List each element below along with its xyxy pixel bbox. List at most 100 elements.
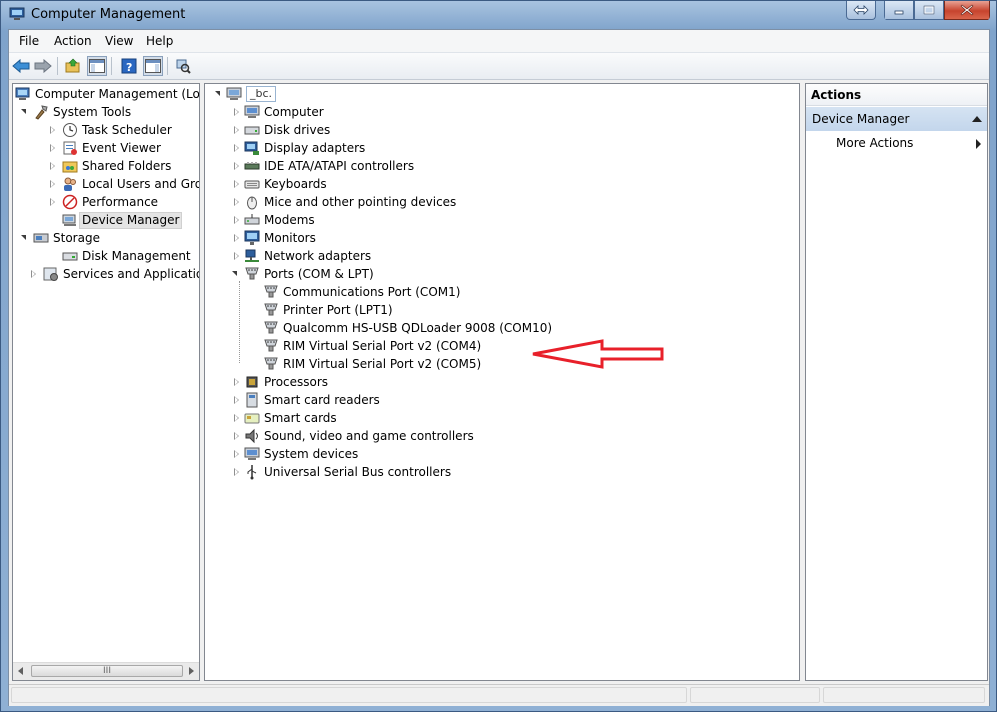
expand-arrow-icon[interactable] [50,126,55,134]
toolbar: ? [9,53,989,80]
scroll-left-arrow-icon[interactable] [18,667,23,675]
device-label: RIM Virtual Serial Port v2 (COM5) [283,357,482,371]
device-label: Modems [264,213,315,227]
services-icon [43,267,58,281]
expand-arrow-icon[interactable] [31,270,36,278]
close-button[interactable] [944,1,990,20]
horizontal-scrollbar[interactable]: III [13,662,199,680]
performance-icon [62,194,78,210]
tree-label: System Tools [53,105,132,119]
computer-icon [226,87,242,100]
tree-label: Disk Management [82,249,191,263]
collapse-arrow-icon[interactable] [21,235,26,240]
device-manager-icon [62,214,76,226]
speaker-icon [245,428,258,444]
expand-arrow-icon[interactable] [234,234,239,242]
action-label: More Actions [836,136,914,150]
expand-arrow-icon[interactable] [234,252,239,260]
expand-arrow-icon[interactable] [234,162,239,170]
collapse-up-arrow-icon[interactable] [972,116,982,122]
tree-label: Storage [53,231,100,245]
device-tree-pane[interactable]: _bc. Computer Disk drives Display adapters… [204,83,800,681]
console-tree-pane[interactable]: Computer Management (Local System Tools … [12,83,200,681]
device-label: Communications Port (COM1) [283,285,461,299]
expand-arrow-icon[interactable] [234,108,239,116]
help-icon: ? [121,58,137,74]
scan-hardware-icon [176,59,191,74]
up-one-level-button[interactable] [63,56,83,76]
device-label: Processors [264,375,329,389]
expand-arrow-icon[interactable] [50,162,55,170]
action-pane-icon [145,59,161,73]
show-hide-action-pane-button[interactable] [143,56,163,76]
port-icon [264,285,278,298]
device-label: Monitors [264,231,316,245]
device-label: Mice and other pointing devices [264,195,457,209]
expand-arrow-icon[interactable] [234,126,239,134]
actions-pane: Actions Device Manager More Actions [805,83,988,681]
collapse-arrow-icon[interactable] [215,91,220,96]
double-arrow-icon [853,5,869,15]
port-icon [264,321,278,334]
expand-arrow-icon[interactable] [234,180,239,188]
scroll-right-arrow-icon[interactable] [189,667,194,675]
status-cell [823,687,985,703]
title-bar[interactable]: Computer Management [1,1,996,29]
menu-action[interactable]: Action [54,34,92,48]
menu-bar: File Action View Help [9,30,989,53]
show-hide-console-tree-button[interactable] [87,56,107,76]
storage-icon [33,233,49,243]
port-icon [245,267,259,280]
expand-arrow-icon[interactable] [234,468,239,476]
computer-icon [244,105,260,118]
expand-arrow-icon[interactable] [234,396,239,404]
tree-label: Services and Applications [63,267,199,281]
scan-hardware-button[interactable] [173,56,193,76]
port-icon [264,339,278,352]
action-more-actions[interactable]: More Actions [806,134,987,154]
menu-file[interactable]: File [19,34,39,48]
menu-help[interactable]: Help [146,34,173,48]
device-label: Sound, video and game controllers [264,429,474,443]
status-cell [690,687,820,703]
help-button[interactable]: ? [119,56,139,76]
back-button[interactable] [11,56,31,76]
monitor-icon [244,230,260,245]
maximize-button[interactable] [914,1,944,20]
expand-arrow-icon[interactable] [50,180,55,188]
collapse-arrow-icon[interactable] [232,271,237,276]
port-icon [264,357,278,370]
minimize-button[interactable] [884,1,914,20]
forward-button[interactable] [33,56,53,76]
shared-folder-icon [62,161,78,173]
submenu-arrow-icon [976,139,981,149]
menu-view[interactable]: View [105,34,133,48]
actions-section-device-manager[interactable]: Device Manager [806,107,987,131]
expand-arrow-icon[interactable] [234,450,239,458]
tree-label-selected: Device Manager [79,212,183,229]
expand-arrow-icon[interactable] [50,144,55,152]
keyboard-icon [244,180,260,189]
expand-arrow-icon[interactable] [234,144,239,152]
network-adapter-icon [245,249,259,262]
expand-arrow-icon[interactable] [50,198,55,206]
collapse-arrow-icon[interactable] [21,109,26,114]
tree-label: Shared Folders [82,159,172,173]
display-adapter-icon [244,141,259,155]
back-arrow-icon [12,59,30,73]
expand-arrow-icon[interactable] [234,414,239,422]
users-icon [64,177,76,191]
modem-icon [244,214,260,225]
event-viewer-icon [63,141,77,155]
expand-arrow-icon[interactable] [234,378,239,386]
maximize-icon [923,5,935,15]
expand-arrow-icon[interactable] [234,216,239,224]
device-label: Disk drives [264,123,331,137]
resize-arrows-button[interactable] [846,1,876,20]
expand-arrow-icon[interactable] [234,198,239,206]
expand-arrow-icon[interactable] [234,432,239,440]
tree-label: Computer Management (Local [35,87,200,101]
tree-connector-line [239,281,240,363]
scroll-thumb[interactable]: III [31,665,183,677]
device-label: Qualcomm HS-USB QDLoader 9008 (COM10) [283,321,553,335]
